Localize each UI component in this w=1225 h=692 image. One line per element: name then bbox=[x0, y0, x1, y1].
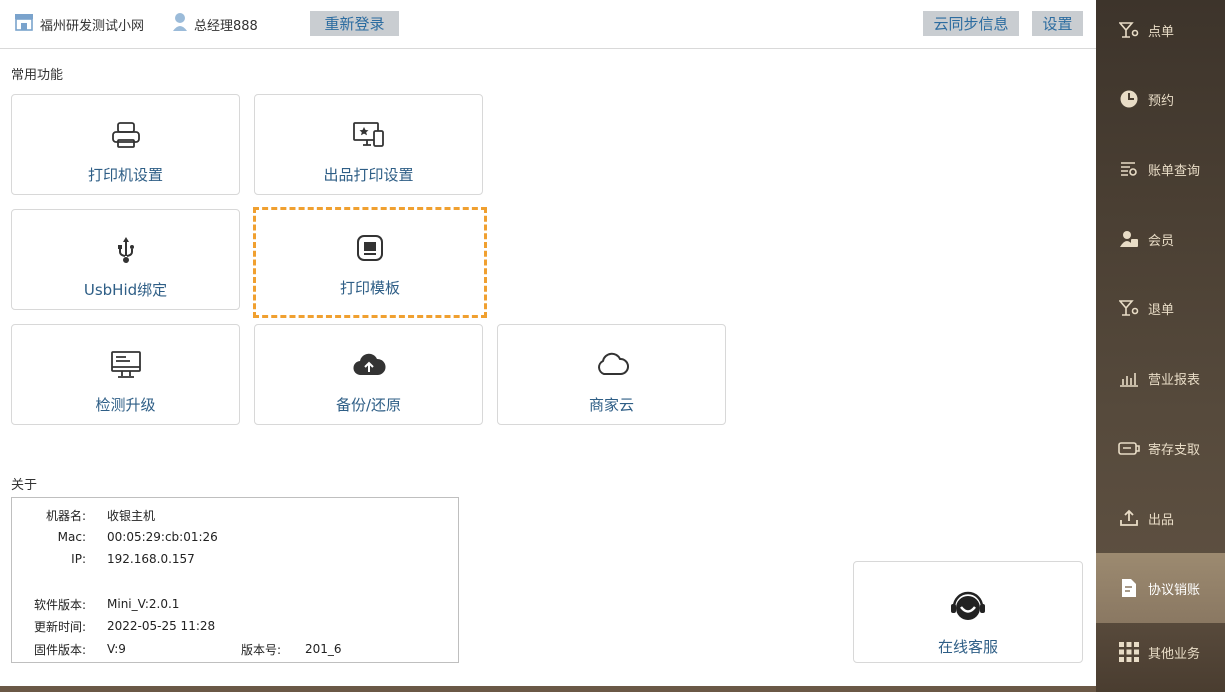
mac-value: 00:05:29:cb:01:26 bbox=[107, 530, 218, 544]
shop-name: 福州研发测试小网 bbox=[40, 18, 145, 34]
cloud-icon bbox=[498, 350, 725, 380]
update-time-value: 2022-05-25 11:28 bbox=[107, 619, 216, 633]
sidebar-item-refund[interactable]: 退单 bbox=[1096, 273, 1225, 343]
sidebar-item-label: 账单查询 bbox=[1148, 163, 1201, 179]
ip-key: IP: bbox=[71, 552, 86, 566]
upload-tray-icon bbox=[1118, 507, 1140, 529]
usbhid-bind-tile[interactable]: UsbHid绑定 bbox=[11, 209, 240, 310]
cloud-sync-button[interactable]: 云同步信息 bbox=[923, 11, 1019, 36]
sidebar: 点单 预约 账单查询 会员 退单 营业报表 寄存支取 出品 协议销账 其他业务 bbox=[1096, 0, 1225, 692]
user-name: 总经理888 bbox=[194, 18, 258, 34]
mac-key: Mac: bbox=[57, 530, 86, 544]
printer-icon bbox=[12, 120, 239, 150]
settings-button[interactable]: 设置 bbox=[1032, 11, 1083, 36]
tile-label: 商家云 bbox=[588, 396, 634, 414]
common-functions-title: 常用功能 bbox=[11, 68, 64, 83]
sidebar-item-label: 其他业务 bbox=[1148, 646, 1201, 662]
sidebar-item-agreement-settlement[interactable]: 协议销账 bbox=[1096, 553, 1225, 623]
cocktail-icon bbox=[1118, 19, 1140, 41]
main-panel: 福州研发测试小网 总经理888 重新登录 云同步信息 设置 常用功能 打印机设置… bbox=[0, 0, 1096, 692]
bottom-background-strip bbox=[0, 686, 1096, 692]
tile-label: 出品打印设置 bbox=[323, 166, 414, 184]
online-service-button[interactable]: 在线客服 bbox=[853, 561, 1083, 663]
template-icon bbox=[256, 233, 484, 263]
monitor-icon bbox=[12, 350, 239, 380]
tile-label: 备份/还原 bbox=[335, 396, 402, 414]
ip-value: 192.168.0.157 bbox=[107, 552, 195, 566]
grid-icon bbox=[1118, 641, 1140, 663]
refund-cocktail-icon bbox=[1118, 297, 1140, 319]
top-bar: 福州研发测试小网 总经理888 重新登录 云同步信息 设置 bbox=[0, 0, 1096, 49]
bar-chart-icon bbox=[1118, 367, 1140, 389]
online-service-label: 在线客服 bbox=[937, 638, 998, 656]
sidebar-item-member[interactable]: 会员 bbox=[1096, 204, 1225, 274]
sidebar-item-label: 预约 bbox=[1148, 93, 1175, 109]
sidebar-item-deposit-withdraw[interactable]: 寄存支取 bbox=[1096, 413, 1225, 483]
member-icon bbox=[1118, 228, 1140, 250]
clock-icon bbox=[1118, 88, 1140, 110]
about-title: 关于 bbox=[11, 478, 38, 493]
sidebar-item-label: 营业报表 bbox=[1148, 372, 1201, 388]
mac-row: Mac: 00:05:29:cb:01:26 bbox=[12, 529, 452, 545]
print-template-tile[interactable]: 打印模板 bbox=[253, 207, 487, 318]
check-upgrade-tile[interactable]: 检测升级 bbox=[11, 324, 240, 425]
sidebar-item-label: 协议销账 bbox=[1148, 582, 1201, 598]
tile-label: 打印机设置 bbox=[87, 166, 163, 184]
machine-name-key: 机器名: bbox=[45, 508, 86, 523]
shop-info: 福州研发测试小网 bbox=[14, 13, 144, 35]
sidebar-item-label: 点单 bbox=[1148, 24, 1175, 40]
software-version-row: 软件版本: Mini_V:2.0.1 bbox=[12, 596, 452, 612]
relogin-button[interactable]: 重新登录 bbox=[310, 11, 399, 36]
sidebar-item-label: 退单 bbox=[1148, 302, 1175, 318]
store-icon bbox=[14, 13, 40, 35]
sidebar-item-label: 出品 bbox=[1148, 512, 1175, 528]
firmware-row: 固件版本: V:9 版本号: 201_6 bbox=[12, 641, 452, 657]
software-version-key: 软件版本: bbox=[33, 597, 86, 612]
version-number-value: 201_6 bbox=[305, 642, 342, 656]
cloud-upload-icon bbox=[255, 350, 482, 380]
sidebar-item-dispatch[interactable]: 出品 bbox=[1096, 483, 1225, 553]
bill-search-icon bbox=[1118, 158, 1140, 180]
sidebar-item-label: 会员 bbox=[1148, 233, 1175, 249]
about-info-box: 机器名: 收银主机 Mac: 00:05:29:cb:01:26 IP: 192… bbox=[11, 497, 459, 663]
sidebar-item-bill-query[interactable]: 账单查询 bbox=[1096, 134, 1225, 204]
product-print-settings-tile[interactable]: 出品打印设置 bbox=[254, 94, 483, 195]
user-info: 总经理888 bbox=[172, 13, 258, 35]
sidebar-item-order[interactable]: 点单 bbox=[1096, 0, 1225, 65]
headset-icon bbox=[854, 590, 1082, 624]
version-number-key: 版本号: bbox=[241, 642, 282, 657]
sidebar-item-reservation[interactable]: 预约 bbox=[1096, 64, 1225, 134]
tile-label: 打印模板 bbox=[339, 279, 400, 297]
machine-name-value: 收银主机 bbox=[107, 508, 156, 523]
tile-label: UsbHid绑定 bbox=[83, 281, 168, 299]
display-print-icon bbox=[255, 120, 482, 150]
update-time-key: 更新时间: bbox=[33, 619, 86, 634]
software-version-value: Mini_V:2.0.1 bbox=[107, 597, 180, 611]
sidebar-item-business-report[interactable]: 营业报表 bbox=[1096, 343, 1225, 413]
ip-row: IP: 192.168.0.157 bbox=[12, 551, 452, 567]
firmware-key: 固件版本: bbox=[33, 642, 86, 657]
machine-name-row: 机器名: 收银主机 bbox=[12, 507, 452, 523]
update-time-row: 更新时间: 2022-05-25 11:28 bbox=[12, 618, 452, 634]
printer-settings-tile[interactable]: 打印机设置 bbox=[11, 94, 240, 195]
document-icon bbox=[1118, 577, 1140, 599]
backup-restore-tile[interactable]: 备份/还原 bbox=[254, 324, 483, 425]
firmware-value: V:9 bbox=[107, 642, 126, 656]
sidebar-item-label: 寄存支取 bbox=[1148, 442, 1201, 458]
tile-label: 检测升级 bbox=[95, 396, 156, 414]
merchant-cloud-tile[interactable]: 商家云 bbox=[497, 324, 726, 425]
sidebar-item-other-business[interactable]: 其他业务 bbox=[1096, 617, 1225, 687]
user-icon bbox=[172, 12, 194, 36]
usb-icon bbox=[12, 235, 239, 265]
deposit-icon bbox=[1118, 437, 1140, 459]
